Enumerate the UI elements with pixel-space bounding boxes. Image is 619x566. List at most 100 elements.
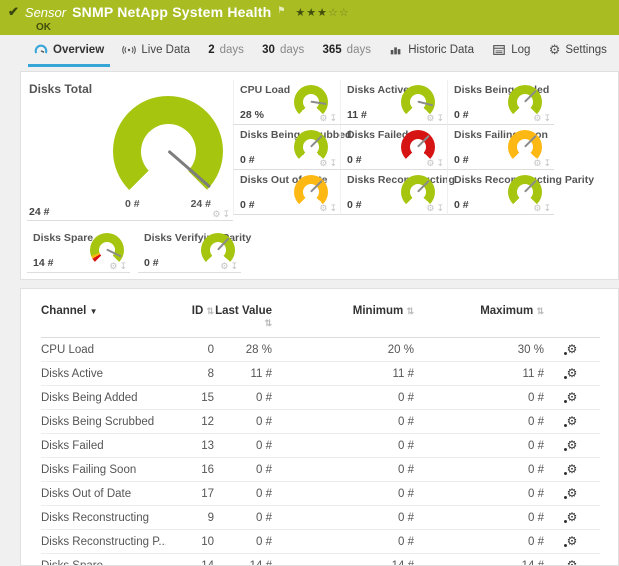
tab-historic-data[interactable]: Historic Data <box>383 35 480 67</box>
gear-icon[interactable]: ⚙ <box>426 114 434 123</box>
ok-check-icon: ✔ <box>8 4 19 20</box>
gear-icon[interactable]: ⚙ <box>319 114 327 123</box>
column-header-channel[interactable]: Channel ▼ <box>41 303 166 338</box>
channel-settings-icon[interactable]: ⚙ <box>567 535 578 547</box>
channel-settings-icon[interactable]: ⚙ <box>567 559 578 566</box>
table-row[interactable]: Disks Failed 13 0 # 0 # 0 # ⚙ <box>41 434 600 458</box>
gear-icon[interactable]: ⚙ <box>319 204 327 213</box>
channel-settings-icon[interactable]: ⚙ <box>567 367 578 379</box>
table-row[interactable]: Disks Being Added 15 0 # 0 # 0 # ⚙ <box>41 386 600 410</box>
channel-table: Channel ▼ ID ⇅ Last Value ⇅ Minimum ⇅ Ma… <box>41 303 600 566</box>
tab-log[interactable]: Log <box>486 35 536 67</box>
gauge-cell-disks-total[interactable]: Disks Total 0 # 24 # 24 # ⚙ ↧ <box>27 80 233 221</box>
pin-icon[interactable]: ↧ <box>543 159 551 168</box>
pin-icon[interactable]: ↧ <box>436 114 444 123</box>
column-header-maximum[interactable]: Maximum ⇅ <box>414 303 544 338</box>
column-header-minimum[interactable]: Minimum ⇅ <box>272 303 414 338</box>
gear-icon[interactable]: ⚙ <box>533 159 541 168</box>
channel-name[interactable]: Disks Reconstructing <box>41 506 166 530</box>
tab-label: Log <box>511 44 530 56</box>
pin-icon[interactable]: ↧ <box>329 114 337 123</box>
channel-last-value: 0 # <box>214 386 272 410</box>
column-header-last-value[interactable]: Last Value ⇅ <box>214 303 272 338</box>
gear-icon[interactable]: ⚙ <box>220 262 228 271</box>
gauge-cell[interactable]: Disks Reconstructing 0 # ⚙ ↧ <box>340 170 447 215</box>
channel-name[interactable]: Disks Being Scrubbed <box>41 410 166 434</box>
gauge-value: 0 # <box>454 109 469 121</box>
flag-icon[interactable]: ⚑ <box>277 5 285 16</box>
channel-settings-icon[interactable]: ⚙ <box>567 415 578 427</box>
channel-name[interactable]: Disks Active <box>41 362 166 386</box>
tab-overview[interactable]: Overview <box>28 35 110 67</box>
channel-minimum: 0 # <box>272 530 414 554</box>
tab-2-days[interactable]: 2 days <box>202 35 250 67</box>
pin-icon[interactable]: ↧ <box>543 114 551 123</box>
tab-30-days[interactable]: 30 days <box>256 35 310 67</box>
gear-icon[interactable]: ⚙ <box>426 204 434 213</box>
channel-settings-icon[interactable]: ⚙ <box>567 487 578 499</box>
gear-icon[interactable]: ⚙ <box>109 262 117 271</box>
channel-settings-icon[interactable]: ⚙ <box>567 391 578 403</box>
tab-365-days[interactable]: 365 days <box>316 35 376 67</box>
gauge-cell[interactable]: Disks Failing Soon 0 # ⚙ ↧ <box>447 125 554 170</box>
pin-icon[interactable]: ↧ <box>436 204 444 213</box>
channel-maximum: 0 # <box>414 386 544 410</box>
channel-settings-icon[interactable]: ⚙ <box>567 511 578 523</box>
pin-icon[interactable]: ↧ <box>436 159 444 168</box>
channel-id: 16 <box>166 458 214 482</box>
gear-icon[interactable]: ⚙ <box>212 210 220 219</box>
table-row[interactable]: Disks Out of Date 17 0 # 0 # 0 # ⚙ <box>41 482 600 506</box>
gauge-cell[interactable]: Disks Spare 14 # ⚙ ↧ <box>27 228 130 273</box>
pin-icon[interactable]: ↧ <box>543 204 551 213</box>
channel-name[interactable]: Disks Failing Soon <box>41 458 166 482</box>
channel-maximum: 0 # <box>414 506 544 530</box>
table-row[interactable]: Disks Spare 14 14 # 14 # 14 # ⚙ <box>41 554 600 566</box>
column-label: Last Value <box>215 305 272 317</box>
gear-icon[interactable]: ⚙ <box>426 159 434 168</box>
channel-id: 9 <box>166 506 214 530</box>
channel-name[interactable]: Disks Reconstructing P... <box>41 530 166 554</box>
channel-name[interactable]: Disks Failed <box>41 434 166 458</box>
gear-icon[interactable]: ⚙ <box>533 204 541 213</box>
gear-icon[interactable]: ⚙ <box>319 159 327 168</box>
tab-live-data[interactable]: Live Data <box>116 35 196 67</box>
channel-name[interactable]: Disks Spare <box>41 554 166 566</box>
channel-settings-icon[interactable]: ⚙ <box>567 439 578 451</box>
gear-icon[interactable]: ⚙ <box>533 114 541 123</box>
channel-minimum: 20 % <box>272 338 414 362</box>
table-row[interactable]: Disks Reconstructing P... 10 0 # 0 # 0 #… <box>41 530 600 554</box>
pin-icon[interactable]: ↧ <box>329 159 337 168</box>
priority-stars[interactable]: ★★★☆☆ <box>295 6 349 19</box>
gauge-cell[interactable]: Disks Verifying Parity 0 # ⚙ ↧ <box>138 228 241 273</box>
pin-icon[interactable]: ↧ <box>329 204 337 213</box>
table-row[interactable]: Disks Active 8 11 # 11 # 11 # ⚙ <box>41 362 600 386</box>
channel-name[interactable]: CPU Load <box>41 338 166 362</box>
table-row[interactable]: Disks Failing Soon 16 0 # 0 # 0 # ⚙ <box>41 458 600 482</box>
pin-icon[interactable]: ↧ <box>119 262 127 271</box>
gauge-cell[interactable]: Disks Out of Date 0 # ⚙ ↧ <box>233 170 340 215</box>
tab-bar: Overview Live Data 2 days 30 days 365 da… <box>0 35 619 67</box>
gauge-cell[interactable]: Disks Active 11 # ⚙ ↧ <box>340 80 447 125</box>
gauge-cell[interactable]: CPU Load 28 % ⚙ ↧ <box>233 80 340 125</box>
table-row[interactable]: Disks Being Scrubbed 12 0 # 0 # 0 # ⚙ <box>41 410 600 434</box>
pin-icon[interactable]: ↧ <box>222 210 230 219</box>
channel-name[interactable]: Disks Being Added <box>41 386 166 410</box>
channel-settings-icon[interactable]: ⚙ <box>567 343 578 355</box>
gauge-cell[interactable]: Disks Being Scrubbed 0 # ⚙ ↧ <box>233 125 340 170</box>
tab-settings[interactable]: ⚙ Settings <box>543 35 613 67</box>
gauge-cell[interactable]: Disks Failed 0 # ⚙ ↧ <box>340 125 447 170</box>
table-row[interactable]: Disks Reconstructing 9 0 # 0 # 0 # ⚙ <box>41 506 600 530</box>
live-data-icon <box>122 43 136 57</box>
gauge-value: 0 # <box>454 154 469 166</box>
pin-icon[interactable]: ↧ <box>230 262 238 271</box>
column-header-id[interactable]: ID ⇅ <box>166 303 214 338</box>
gauge-cell[interactable]: Disks Being Added 0 # ⚙ ↧ <box>447 80 554 125</box>
gauge-bottom-row: Disks Spare 14 # ⚙ ↧ Disks Verifying Par… <box>27 228 241 273</box>
channel-name[interactable]: Disks Out of Date <box>41 482 166 506</box>
table-row[interactable]: CPU Load 0 28 % 20 % 30 % ⚙ <box>41 338 600 362</box>
channel-settings-icon[interactable]: ⚙ <box>567 463 578 475</box>
channel-minimum: 0 # <box>272 386 414 410</box>
channel-minimum: 0 # <box>272 506 414 530</box>
gauge-cell[interactable]: Disks Reconstructing Parity 0 # ⚙ ↧ <box>447 170 554 215</box>
scale-min-label: 0 # <box>125 198 140 210</box>
